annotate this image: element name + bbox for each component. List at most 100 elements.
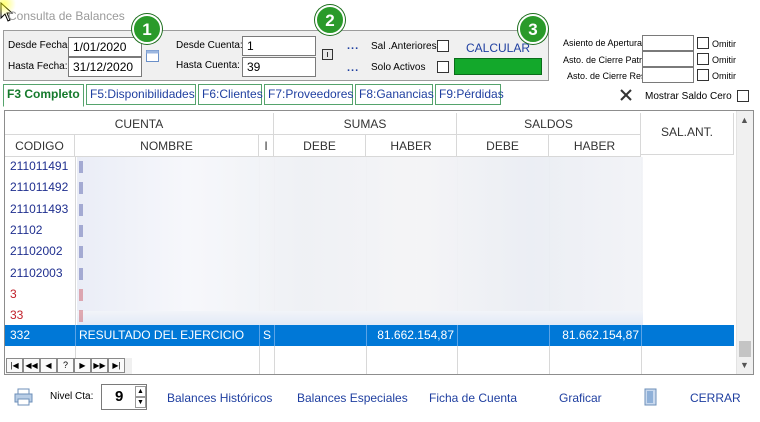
desde-cuenta-field[interactable]: 1 [242, 36, 316, 56]
desde-cuenta-label: Desde Cuenta: [176, 40, 243, 51]
cierre-patr-label: Asto. de Cierre Patr. [563, 55, 645, 65]
table-row-codigo[interactable]: 211011493 [5, 202, 73, 216]
tab-perdidas[interactable]: F9:Pérdidas [435, 84, 504, 105]
nivel-cta-label: Nivel Cta: [50, 391, 94, 402]
blurred-name-mark [79, 288, 83, 301]
header-saldos-debe: DEBE [457, 135, 549, 157]
door-exit-icon[interactable] [644, 388, 658, 406]
calcular-button[interactable]: CALCULAR [466, 41, 530, 55]
desde-fecha-field[interactable]: 1/01/2020 [68, 37, 142, 57]
cierre-res-label: Asto. de Cierre Res. [567, 71, 649, 81]
tools-icon[interactable] [619, 88, 633, 102]
tab-ganancias[interactable]: F8:Ganancias [355, 84, 434, 105]
blurred-name-mark [79, 310, 83, 323]
nav-prev-icon[interactable]: ◀ [40, 358, 57, 373]
balances-historicos-button[interactable]: Balances Históricos [167, 391, 272, 405]
tab-disponibilidades[interactable]: F5:Disponibilidades [86, 84, 196, 105]
graficar-button[interactable]: Graficar [559, 391, 602, 405]
hasta-fecha-field[interactable]: 31/12/2020 [68, 57, 142, 77]
selected-nombre: RESULTADO DEL EJERCICIO [79, 328, 245, 342]
record-navigator: |◀ ◀◀ ◀ ? ▶ ▶▶ ▶| [6, 358, 132, 374]
header-saldos-haber: HABER [549, 135, 641, 157]
nav-next-icon[interactable]: ▶ [74, 358, 91, 373]
tab-completo[interactable]: F3 Completo [3, 84, 84, 107]
nav-prev-page-icon[interactable]: ◀◀ [23, 358, 40, 373]
calcular-progress-bar [454, 58, 542, 75]
step-badge-2: 2 [315, 5, 345, 35]
omitir-patr-label: Omitir [712, 55, 736, 65]
header-sumas: SUMAS [274, 113, 457, 135]
hasta-cuenta-label: Hasta Cuenta: [176, 60, 240, 71]
header-saldos: SALDOS [457, 113, 641, 135]
table-row-codigo[interactable]: 211011491 [5, 159, 73, 173]
table-row-codigo[interactable]: 211011492 [5, 180, 73, 194]
blurred-content [77, 157, 643, 325]
omitir-res-label: Omitir [712, 71, 736, 81]
blurred-name-mark [79, 267, 83, 280]
stepper-down-icon[interactable]: ▼ [135, 397, 146, 408]
step-badge-1: 1 [132, 14, 162, 44]
stepper-up-icon[interactable]: ▲ [135, 386, 146, 397]
mostrar-saldo-cero-checkbox[interactable] [737, 90, 749, 102]
calendar-icon[interactable] [146, 50, 160, 63]
table-row-codigo[interactable]: 33 [5, 308, 73, 322]
tab-proveedores[interactable]: F7:Proveedores [264, 84, 353, 105]
asiento-apertura-label: Asiento de Apertura [563, 38, 643, 48]
selected-codigo: 332 [10, 328, 31, 342]
sal-anteriores-label: Sal .Anteriores: [371, 41, 440, 52]
desde-fecha-label: Desde Fecha: [8, 40, 71, 51]
header-sal-ant: SAL.ANT. [641, 113, 734, 155]
mostrar-saldo-cero-label: Mostrar Saldo Cero [645, 91, 732, 102]
header-nombre: NOMBRE [75, 135, 259, 157]
selected-saldos-haber: 81.662.154,87 [562, 328, 639, 342]
desde-cuenta-browse-button[interactable]: ... [347, 40, 359, 52]
scroll-down-icon[interactable]: ▼ [740, 360, 749, 370]
nav-last-icon[interactable]: ▶| [108, 358, 125, 373]
selected-row[interactable]: 332 RESULTADO DEL EJERCICIO S 81.662.154… [5, 325, 734, 346]
nav-help-icon[interactable]: ? [57, 358, 74, 373]
hasta-cuenta-browse-button[interactable]: ... [347, 62, 359, 74]
solo-activos-checkbox[interactable] [437, 61, 449, 73]
header-cuenta: CUENTA [5, 113, 274, 135]
blurred-name-mark [79, 161, 83, 173]
cerrar-button[interactable]: CERRAR [690, 391, 741, 405]
sal-anteriores-checkbox[interactable] [437, 40, 449, 52]
table-row-codigo[interactable]: 21102003 [5, 266, 73, 280]
asiento-apertura-field[interactable] [642, 35, 694, 51]
scroll-up-icon[interactable]: ▲ [740, 115, 749, 125]
nav-next-page-icon[interactable]: ▶▶ [91, 358, 108, 373]
nivel-cta-stepper[interactable]: 9 ▲ ▼ [101, 384, 147, 410]
header-codigo: CODIGO [5, 135, 75, 157]
cierre-res-field[interactable] [642, 67, 694, 83]
selected-sumas-haber: 81.662.154,87 [377, 328, 454, 342]
hasta-cuenta-field[interactable]: 39 [242, 57, 316, 77]
header-sumas-haber: HABER [366, 135, 457, 157]
step-badge-3: 3 [518, 14, 548, 44]
omitir-apertura-label: Omitir [712, 39, 736, 49]
print-icon[interactable] [14, 388, 34, 406]
balances-especiales-button[interactable]: Balances Especiales [297, 391, 408, 405]
nivel-cta-value: 9 [115, 388, 124, 405]
header-i: I [259, 135, 274, 157]
omitir-res-checkbox[interactable] [697, 69, 709, 81]
vertical-scrollbar[interactable]: ▲ ▼ [736, 111, 753, 374]
blurred-name-mark [79, 246, 83, 259]
window-title: Consulta de Balances [8, 9, 125, 23]
header-sumas-debe: DEBE [274, 135, 366, 157]
ficha-de-cuenta-button[interactable]: Ficha de Cuenta [429, 391, 517, 405]
blurred-name-mark [79, 224, 83, 237]
cierre-patr-field[interactable] [642, 51, 694, 67]
selected-i: S [263, 328, 272, 342]
hasta-fecha-label: Hasta Fecha: [8, 61, 68, 72]
table-row-codigo[interactable]: 21102002 [5, 244, 73, 258]
scrollbar-thumb[interactable] [739, 341, 751, 357]
balances-grid[interactable]: CUENTA SUMAS SALDOS SAL.ANT. CODIGO NOMB… [4, 110, 754, 375]
table-row-codigo[interactable]: 21102 [5, 223, 73, 237]
tab-clientes[interactable]: F6:Clientes [198, 84, 263, 105]
omitir-apertura-checkbox[interactable] [697, 37, 709, 49]
solo-activos-label: Solo Activos [371, 62, 426, 73]
account-lookup-icon[interactable] [322, 49, 334, 61]
nav-first-icon[interactable]: |◀ [6, 358, 23, 373]
omitir-patr-checkbox[interactable] [697, 53, 709, 65]
table-row-codigo[interactable]: 3 [5, 287, 73, 301]
